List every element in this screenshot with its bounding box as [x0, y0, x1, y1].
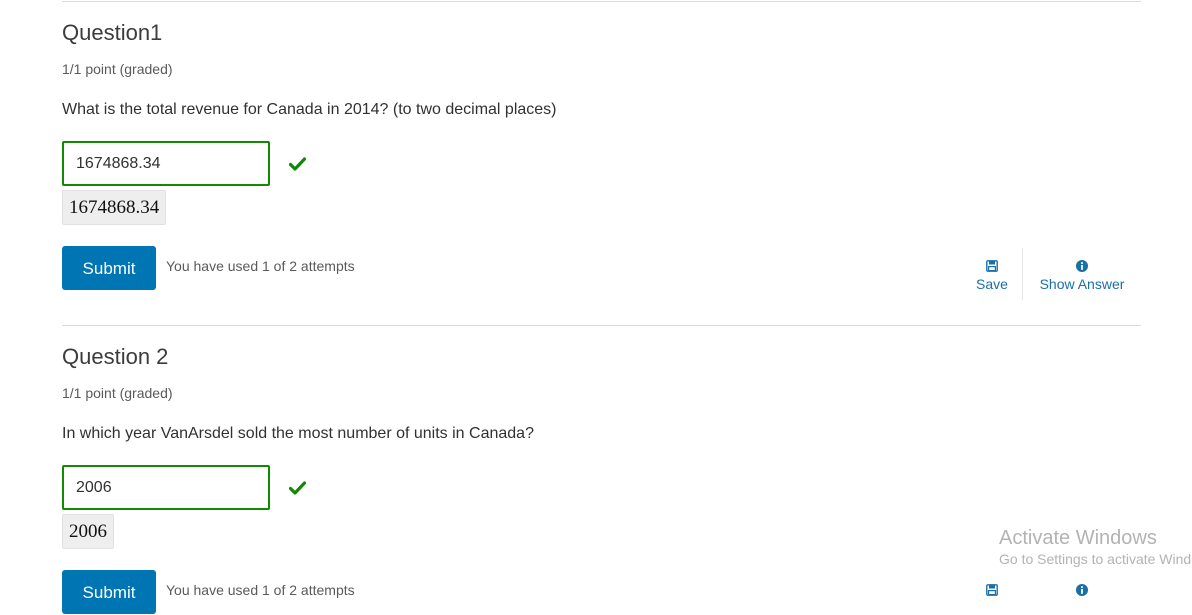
action-divider	[1022, 248, 1023, 300]
question-points: 1/1 point (graded)	[62, 61, 173, 77]
question-points: 1/1 point (graded)	[62, 385, 173, 401]
info-icon	[1076, 584, 1088, 596]
question-title: Question 2	[62, 344, 169, 369]
attempts-text: You have used 1 of 2 attempts	[166, 582, 355, 598]
show-answer-label: Show Answer	[1039, 276, 1125, 292]
save-icon	[986, 584, 998, 596]
answer-preview: 2006	[62, 514, 114, 549]
submit-button[interactable]: Submit	[62, 246, 156, 290]
question-title: Question1	[62, 20, 163, 45]
show-answer-button[interactable]: Show Answer	[1034, 260, 1130, 292]
question-prompt: What is the total revenue for Canada in …	[62, 101, 557, 118]
save-button[interactable]	[970, 584, 1014, 600]
answer-input[interactable]	[62, 465, 270, 510]
answer-preview: 1674868.34	[62, 190, 167, 225]
answer-input[interactable]	[62, 141, 270, 186]
activate-windows-title: Activate Windows	[999, 527, 1157, 549]
attempts-text: You have used 1 of 2 attempts	[166, 258, 355, 274]
check-icon	[289, 481, 306, 495]
section-divider	[62, 1, 1141, 2]
check-icon	[289, 157, 306, 171]
activate-windows-subtitle: Go to Settings to activate Windows.	[999, 551, 1192, 567]
save-icon	[986, 260, 998, 272]
submit-button[interactable]: Submit	[62, 570, 156, 614]
show-answer-button[interactable]	[1034, 584, 1130, 600]
question-prompt: In which year VanArsdel sold the most nu…	[62, 425, 534, 442]
section-divider	[62, 325, 1141, 326]
save-button[interactable]: Save	[970, 260, 1014, 292]
info-icon	[1076, 260, 1088, 272]
save-label: Save	[976, 276, 1008, 292]
